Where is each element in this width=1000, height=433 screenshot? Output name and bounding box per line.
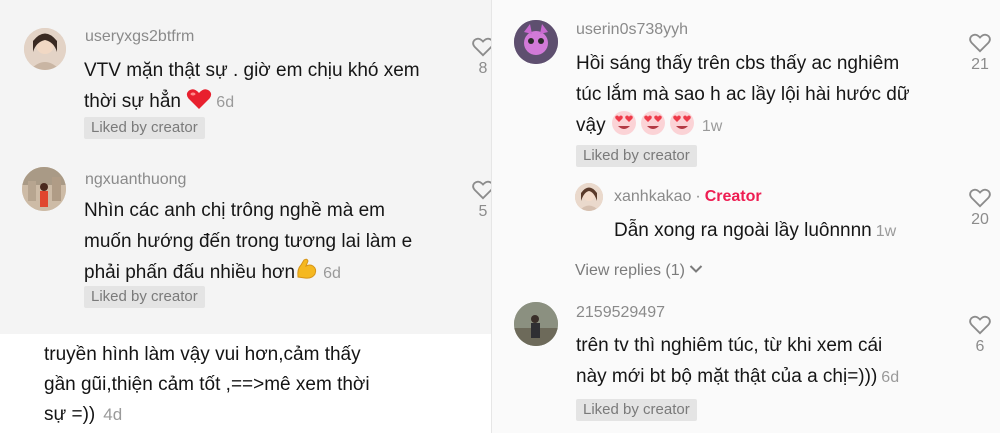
left-comments-panel: useryxgs2btfrm VTV mặn thật sự . giờ em … (0, 0, 492, 433)
comment-line: VTV mặn thật sự . giờ em chịu khó xem (84, 60, 420, 81)
chevron-down-icon (690, 265, 703, 273)
comment-line-with-time: sự =)) 4d (44, 400, 484, 430)
comment-line-with-time: thời sự hẳn 6d (84, 86, 464, 120)
reply-text: Dẫn xong ra ngoài lầy luônnnn 1w (614, 215, 954, 247)
comment-username[interactable]: 2159529497 (576, 304, 665, 322)
heart-outline-icon (969, 33, 991, 53)
liked-by-creator-badge: Liked by creator (84, 117, 205, 139)
comment-line: vậy (576, 115, 606, 136)
comment-line-with-time: này mới bt bộ mặt thật của a chị=))) 6d (576, 361, 956, 393)
reply-timestamp: 1w (875, 223, 897, 240)
reply-username[interactable]: xanhkakao · Creator (614, 188, 762, 206)
comment-line: phải phấn đấu nhiều hơn (84, 262, 296, 283)
flexed-biceps-emoji (295, 257, 319, 291)
comment-line: thời sự hẳn (84, 91, 182, 112)
comment-timestamp: 6d (216, 94, 235, 111)
comment-line: gần gũi,thiện cảm tốt ,==>mê xem thời (44, 374, 370, 395)
heart-eyes-emoji (640, 110, 666, 146)
heart-outline-icon (969, 188, 991, 208)
heart-outline-icon (472, 180, 492, 200)
like-count: 8 (478, 60, 488, 77)
comment-text: truyền hình làm vậy vui hơn,cảm thấy gần… (44, 340, 484, 430)
like-count: 6 (975, 338, 985, 355)
heart-eyes-emoji (669, 110, 695, 146)
like-button[interactable]: 8 (468, 37, 492, 79)
comment-timestamp: 4d (103, 405, 123, 424)
comment-username[interactable]: ngxuanthuong (85, 171, 186, 189)
like-count: 20 (971, 211, 989, 228)
comment-line: sự =)) (44, 404, 96, 425)
comment-line: truyền hình làm vậy vui hơn,cảm thấy (44, 344, 361, 365)
reply-line: Dẫn xong ra ngoài lầy luônnnn (614, 220, 872, 241)
comment-timestamp: 6d (881, 369, 900, 386)
comment-text: Hồi sáng thấy trên cbs thấy ac nghiêm tú… (576, 48, 956, 146)
comment-text: trên tv thì nghiêm túc, từ khi xem cái n… (576, 330, 956, 393)
heart-outline-icon (472, 37, 492, 57)
comment-line: túc lắm mà sao h ac lầy lội hài hước dữ (576, 84, 910, 105)
right-comments-panel: userin0s738yyh Hồi sáng thấy trên cbs th… (492, 0, 1000, 433)
avatar[interactable] (575, 183, 603, 211)
comment-username[interactable]: useryxgs2btfrm (85, 28, 194, 46)
like-button[interactable]: 5 (468, 180, 492, 222)
comment-username[interactable]: userin0s738yyh (576, 21, 688, 39)
like-count: 21 (971, 56, 989, 73)
comment-text: Nhìn các anh chị trông nghề mà em muốn h… (84, 195, 464, 291)
comment-timestamp: 6d (323, 265, 341, 282)
comment-text: VTV mặn thật sự . giờ em chịu khó xem th… (84, 55, 464, 120)
comment-line: này mới bt bộ mặt thật của a chị=))) (576, 366, 878, 387)
comment-timestamp: 1w (701, 118, 723, 135)
view-replies-button[interactable]: View replies (1) (575, 262, 703, 280)
like-button[interactable]: 6 (965, 315, 995, 357)
avatar[interactable] (514, 302, 558, 346)
comment-line: Hồi sáng thấy trên cbs thấy ac nghiêm (576, 53, 900, 74)
like-button[interactable]: 20 (965, 188, 995, 230)
reply-username-text: xanhkakao (614, 188, 692, 205)
like-count: 5 (478, 203, 488, 220)
avatar[interactable] (514, 20, 558, 64)
comment-line: trên tv thì nghiêm túc, từ khi xem cái (576, 335, 883, 356)
creator-label: Creator (704, 188, 762, 205)
liked-by-creator-badge: Liked by creator (84, 286, 205, 308)
avatar[interactable] (24, 28, 66, 70)
comment-line-with-time: vậy 1w (576, 110, 956, 146)
liked-by-creator-badge: Liked by creator (576, 399, 697, 421)
red-heart-emoji (186, 88, 212, 120)
heart-eyes-emoji (611, 110, 637, 146)
liked-by-creator-badge: Liked by creator (576, 145, 697, 167)
heart-outline-icon (969, 315, 991, 335)
comment-line: muốn hướng đến trong tương lai làm e (84, 231, 413, 252)
separator-dot: · (695, 188, 701, 205)
view-replies-label: View replies (1) (575, 262, 685, 279)
avatar[interactable] (22, 167, 66, 211)
like-button[interactable]: 21 (965, 33, 995, 75)
comment-line: Nhìn các anh chị trông nghề mà em (84, 200, 386, 221)
